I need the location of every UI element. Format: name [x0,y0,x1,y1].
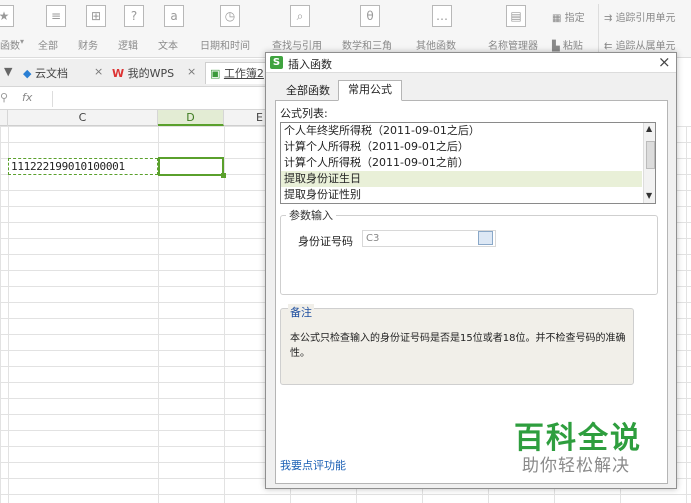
calculator-icon: ⊞ [86,5,106,27]
column-headers: C D E [0,110,266,126]
trace-precedents-button[interactable]: ⇉ 追踪引用单元 [604,9,676,24]
ribbon-lookup[interactable]: ⌕ 查找与引用 [270,0,332,58]
ribbon-datetime[interactable]: ◷ 日期和时间 [200,0,258,58]
close-tab-icon[interactable]: × [94,65,103,78]
ribbon-label: 文本 [158,41,178,52]
id-number-input[interactable]: C3 [362,230,496,247]
specify-button[interactable]: ▦ 指定 [552,9,585,24]
chevron-down-icon[interactable]: ▼ [4,65,12,78]
paste-button[interactable]: ▙ 粘贴 [552,37,583,52]
more-icon: … [432,5,452,27]
divider [598,4,599,54]
ribbon-label: 数学和三角 [342,41,392,52]
dialog-title: 插入函数 [288,58,332,71]
tab-workbook[interactable]: ▣ 工作簿2 [205,62,269,84]
id-number-label: 身份证号码 [298,235,353,248]
star-icon: ★ [0,5,14,27]
list-icon: ≡ [46,5,66,27]
gridline [158,126,159,503]
zoom-icon: ⚲ [0,91,9,104]
ribbon-label: 全部 [38,41,58,52]
formula-input[interactable] [52,91,266,107]
ribbon-label: 财务 [78,41,98,52]
scroll-down-icon[interactable]: ▼ [646,191,652,200]
list-scrollbar[interactable]: ▲ ▼ [643,123,655,203]
gridline [686,126,687,503]
gridline [8,126,9,503]
trace-icon: ⇉ [604,13,616,24]
tab-all-functions[interactable]: 全部函数 [277,82,339,101]
wps-logo-icon: W [112,67,125,80]
trace-icon: ⇇ [604,41,616,52]
sheet-icon: ▣ [210,67,221,80]
ribbon-all-functions[interactable]: ≡ 全部 [36,0,70,58]
row-header-corner[interactable] [0,110,8,126]
column-header-e[interactable]: E [224,110,266,126]
formula-bar: ⚲ fx [0,88,266,110]
list-item[interactable]: 个人年终奖所得税（2011-09-01之后） [281,123,642,139]
ribbon-label: 逻辑 [118,41,138,52]
formula-list-label: 公式列表: [280,107,328,120]
list-item[interactable]: 计算个人所得税（2011-09-01之后） [281,139,642,155]
list-item[interactable]: 计算个人所得税（2011-09-01之前） [281,155,642,171]
tab-my-wps[interactable]: W 我的WPS [112,65,174,81]
insert-function-dialog: S 插入函数 × 全部函数 常用公式 公式列表: 个人年终奖所得税（2011-0… [265,52,677,489]
question-icon: ? [124,5,144,27]
clock-icon: ◷ [220,5,240,27]
ribbon-label: 日期和时间 [200,41,250,52]
cell-d3-active[interactable] [158,157,224,176]
range-select-icon[interactable] [478,231,493,245]
formula-list[interactable]: 个人年终奖所得税（2011-09-01之后） 计算个人所得税（2011-09-0… [280,122,656,204]
tab-common-formulas[interactable]: 常用公式 [338,80,402,101]
ribbon-label: 名称管理器 [488,41,538,52]
cloud-icon: ◆ [23,67,32,80]
text-icon: a [164,5,184,27]
scroll-up-icon[interactable]: ▲ [646,124,652,133]
fx-icon[interactable]: fx [22,91,32,104]
ribbon-logical[interactable]: ? 逻辑 [118,0,152,58]
list-item[interactable]: 提取身份证性别 [281,187,642,203]
ribbon-label: 其他函数 [416,41,456,52]
ribbon: ★ 函数 ▾ ≡ 全部 ⊞ 财务 ? 逻辑 a 文本 ◷ 日期和时间 ⌕ 查找与… [0,0,691,58]
search-icon: ⌕ [290,5,310,27]
dropdown-icon: ▾ [20,37,25,46]
trace-dependents-button[interactable]: ⇇ 追踪从属单元 [604,37,676,52]
wps-s-icon: S [270,56,283,69]
close-icon[interactable]: × [658,53,671,71]
ribbon-insert-function[interactable]: ★ 函数 ▾ [0,0,26,58]
ribbon-name-manager[interactable]: ▤ 名称管理器 [488,0,544,58]
name-manager-icon: ▤ [506,5,526,27]
specify-icon: ▦ [552,13,565,24]
theta-icon: θ [360,5,380,27]
paste-icon: ▙ [552,41,563,52]
scroll-thumb[interactable] [646,141,655,169]
tab-cloud-docs[interactable]: ◆ 云文档 [23,65,68,81]
note-label: 备注 [288,304,314,320]
list-item-selected[interactable]: 提取身份证生日 [281,171,642,187]
cell-c3-id-number[interactable]: 111222199010100001 [8,158,158,175]
params-label: 参数输入 [286,207,336,223]
document-tabs: ▼ ◆ 云文档 × W 我的WPS × ▣ 工作簿2 [0,59,269,87]
ribbon-other[interactable]: … 其他函数 [416,0,472,58]
close-tab-icon[interactable]: × [187,65,196,78]
ribbon-text[interactable]: a 文本 [158,0,194,58]
column-header-d[interactable]: D [158,110,224,126]
watermark-subtitle: 助你轻松解决 [522,456,630,476]
gridline [224,126,225,503]
dialog-titlebar[interactable]: S 插入函数 × [266,53,676,73]
ribbon-label: 函数 [0,41,20,52]
fill-handle[interactable] [221,173,226,178]
note-text: 本公式只检查输入的身份证号码是否是15位或者18位。并不检查号码的准确性。 [290,333,626,359]
common-formulas-pane: 公式列表: 个人年终奖所得税（2011-09-01之后） 计算个人所得税（201… [275,100,668,484]
ribbon-math[interactable]: θ 数学和三角 [342,0,404,58]
params-group [280,215,658,295]
column-header-c[interactable]: C [8,110,158,126]
ribbon-label: 查找与引用 [272,41,322,52]
ribbon-financial[interactable]: ⊞ 财务 [78,0,112,58]
feedback-link[interactable]: 我要点评功能 [280,457,346,473]
